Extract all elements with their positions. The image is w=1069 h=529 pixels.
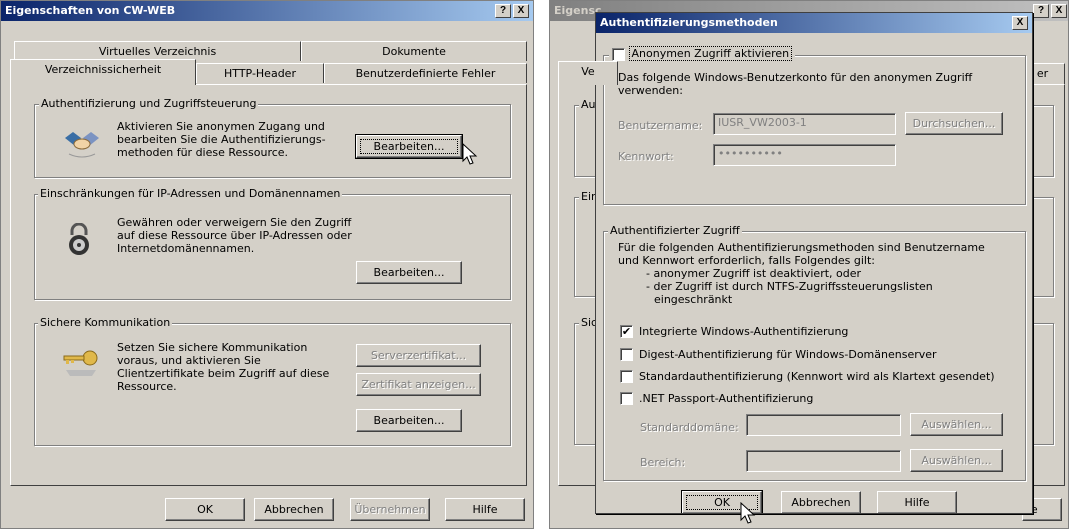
basic-auth-checkbox[interactable] [620, 370, 633, 383]
auth-info-bullet2: - der Zugriff ist durch NTFS-Zugriffsste… [646, 280, 933, 293]
help-button[interactable]: Hilfe [445, 498, 525, 521]
auth-info-line2: und Kennwort erforderlich, falls Folgend… [618, 254, 875, 267]
anon-checkbox-row: Anonymen Zugriff aktivieren [609, 46, 796, 63]
background-close-title-button[interactable]: X [1051, 4, 1067, 18]
password-label: Kennwort: [618, 150, 674, 163]
secure-group-legend: Sichere Kommunikation [38, 316, 173, 329]
tab-http-header[interactable]: HTTP-Header [196, 63, 324, 83]
server-certificate-button[interactable]: Serverzertifikat... [356, 344, 481, 367]
tab-label: Dokumente [382, 45, 446, 58]
tab-label: Benutzerdefinierte Fehler [355, 67, 496, 80]
select-realm-button[interactable]: Auswählen... [910, 449, 1003, 472]
anon-checkbox-label[interactable]: Anonymen Zugriff aktivieren [628, 46, 793, 61]
digest-auth-label[interactable]: Digest-Authentifizierung für Windows-Dom… [639, 348, 937, 361]
mouse-cursor-icon [740, 502, 756, 524]
properties-title: Eigenschaften von CW-WEB [5, 4, 176, 17]
tab-label: HTTP-Header [224, 67, 296, 80]
handshake-icon [65, 132, 99, 158]
ip-description: Gewähren oder verweigern Sie den Zugriff… [117, 216, 352, 255]
apply-button[interactable]: Übernehmen [350, 498, 430, 521]
username-label: Benutzername: [618, 119, 703, 132]
properties-window: Eigenschaften von CW-WEB ? X Virtuelles … [0, 0, 534, 529]
secure-description: Setzen Sie sichere Kommunikation voraus,… [117, 341, 330, 393]
default-domain-field[interactable] [746, 414, 901, 436]
background-help-title-button[interactable]: ? [1033, 4, 1049, 18]
tab-label: Ve [581, 65, 595, 78]
secure-edit-button[interactable]: Bearbeiten... [356, 409, 462, 432]
authenticated-group-legend: Authentifizierter Zugriff [608, 224, 742, 237]
default-domain-label: Standarddomäne: [640, 421, 739, 434]
select-domain-button[interactable]: Auswählen... [910, 413, 1003, 436]
tab-virtual-directory[interactable]: Virtuelles Verzeichnis [14, 41, 301, 61]
auth-dialog-title-bar[interactable]: Authentifizierungsmethoden [596, 13, 1032, 33]
view-certificate-button[interactable]: Zertifikat anzeigen... [356, 373, 481, 396]
username-field[interactable]: IUSR_VW2003-1 [713, 113, 896, 135]
dialog-cancel-button[interactable]: Abbrechen [781, 491, 861, 513]
close-title-button[interactable]: X [513, 4, 529, 18]
anon-checkbox[interactable] [612, 47, 625, 61]
ok-button[interactable]: OK [165, 498, 245, 521]
mouse-cursor-icon [462, 143, 478, 165]
passport-auth-label[interactable]: .NET Passport-Authentifizierung [639, 392, 813, 405]
tab-label: Verzeichnissicherheit [44, 63, 162, 76]
ip-edit-button[interactable]: Bearbeiten... [356, 261, 462, 284]
padlock-icon [69, 223, 89, 255]
auth-dialog-title: Authentifizierungsmethoden [600, 16, 778, 29]
properties-title-bar[interactable]: Eigenschaften von CW-WEB [1, 1, 533, 21]
tab-label: er [1036, 67, 1049, 80]
auth-group-legend: Authentifizierung und Zugriffsteuerung [39, 97, 259, 110]
tab-label: Virtuelles Verzeichnis [98, 45, 217, 58]
background-tab-left[interactable]: Ve [558, 61, 618, 85]
tab-custom-errors[interactable]: Benutzerdefinierte Fehler [324, 63, 527, 83]
auth-edit-button[interactable]: Bearbeiten... [355, 134, 463, 159]
passport-auth-checkbox[interactable] [620, 392, 633, 405]
integrated-windows-label[interactable]: Integrierte Windows-Authentifizierung [639, 325, 848, 338]
anon-description: Das folgende Windows-Benutzerkonto für d… [618, 71, 973, 97]
tab-directory-security[interactable]: Verzeichnissicherheit [10, 59, 196, 85]
dialog-help-button[interactable]: Hilfe [877, 491, 957, 513]
digest-auth-checkbox[interactable] [620, 348, 633, 361]
realm-field[interactable] [746, 450, 901, 472]
auth-methods-dialog: Authentifizierungsmethoden X Anonymen Zu… [595, 12, 1033, 514]
password-field[interactable]: •••••••••• [713, 144, 896, 166]
basic-auth-label[interactable]: Standardauthentifizierung (Kennwort wird… [639, 370, 995, 383]
ip-group-legend: Einschränkungen für IP-Adressen und Domä… [38, 187, 343, 200]
auth-info-bullet2b: eingeschränkt [654, 293, 733, 306]
integrated-windows-checkbox[interactable]: ✔ [620, 325, 633, 338]
keys-icon [63, 350, 98, 376]
auth-info-bullet1: - anonymer Zugriff ist deaktiviert, oder [646, 267, 862, 280]
help-title-button[interactable]: ? [495, 4, 511, 18]
auth-description: Aktivieren Sie anonymen Zugang und bearb… [117, 120, 326, 159]
cancel-button[interactable]: Abbrechen [254, 498, 334, 521]
auth-info-line1: Für die folgenden Authentifizierungsmeth… [618, 241, 985, 254]
focus-rect [360, 139, 458, 154]
dialog-close-button[interactable]: X [1012, 16, 1028, 30]
tab-documents[interactable]: Dokumente [301, 41, 527, 61]
browse-button[interactable]: Durchsuchen... [905, 112, 1003, 135]
realm-label: Bereich: [640, 456, 686, 469]
